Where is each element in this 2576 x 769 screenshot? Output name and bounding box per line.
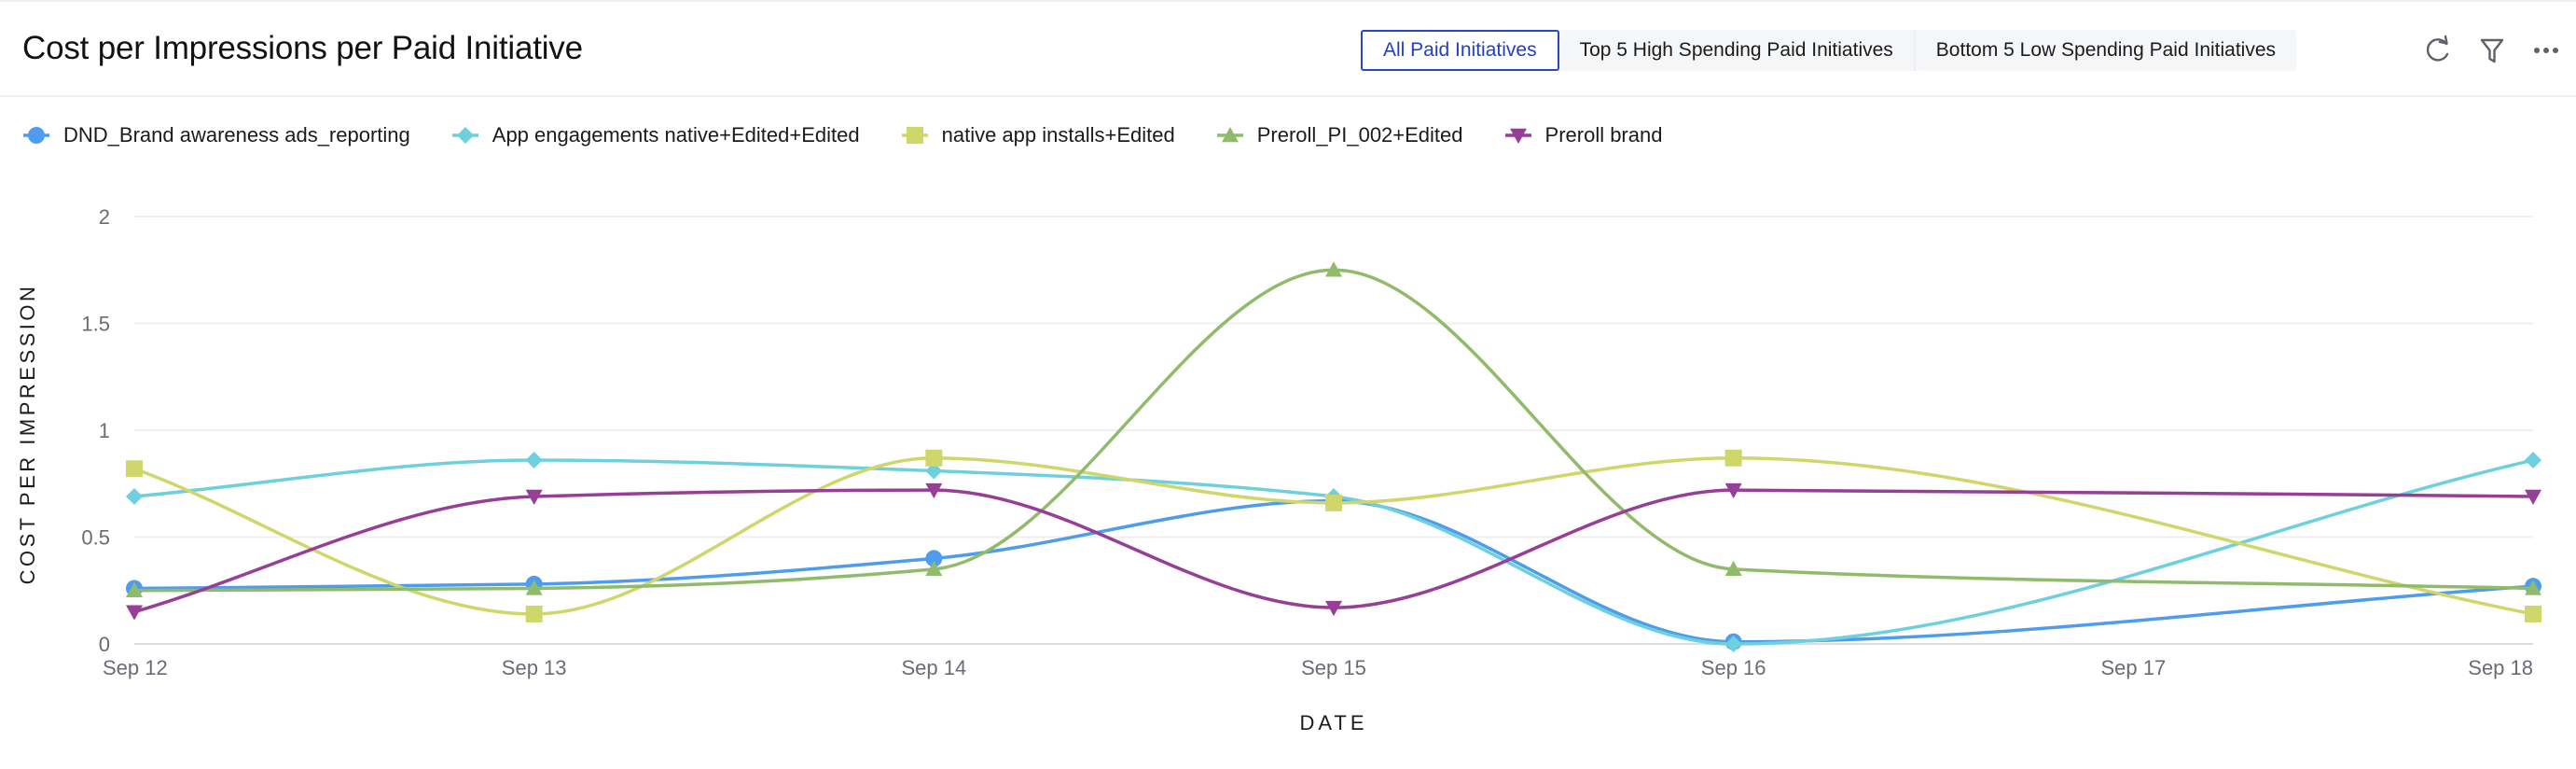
legend-label: native app installs+Edited <box>941 123 1175 147</box>
diamond-marker <box>126 487 143 505</box>
diamond-marker <box>525 452 543 469</box>
series-0 <box>126 492 2541 650</box>
filter-icon <box>2480 38 2504 63</box>
refresh-button[interactable] <box>2421 34 2455 67</box>
square-marker <box>925 449 943 467</box>
y-tick-label: 0 <box>99 633 110 656</box>
legend-label: App engagements native+Edited+Edited <box>492 123 860 147</box>
x-axis-title: DATE <box>1299 711 1368 734</box>
legend-square-icon <box>901 127 928 144</box>
square-marker <box>2525 605 2541 622</box>
refresh-icon <box>2426 35 2449 62</box>
y-axis-title: COST PER IMPRESSION <box>16 283 39 585</box>
diamond-marker <box>2525 452 2541 469</box>
x-tick-label: Sep 12 <box>103 656 168 679</box>
x-tick-label: Sep 17 <box>2100 656 2166 679</box>
legend-triangle-up-icon <box>1216 127 1243 143</box>
line-chart: 0 0.5 1 1.5 2 Sep 12 Sep 13 Sep 14 Sep 15 Sep 16 S… <box>81 205 2541 679</box>
legend-item[interactable]: Preroll_PI_002+Edited <box>1216 123 1463 147</box>
y-tick-label: 0.5 <box>81 526 110 550</box>
x-tick-label: Sep 18 <box>2468 656 2533 679</box>
legend-item[interactable]: App engagements native+Edited+Edited <box>451 123 860 147</box>
x-tick-label: Sep 13 <box>502 656 567 679</box>
legend-triangle-down-icon <box>1504 128 1531 144</box>
circle-marker <box>28 127 45 144</box>
tab-all-paid-initiatives[interactable]: All Paid Initiatives <box>1361 30 1559 71</box>
square-marker <box>126 460 143 478</box>
y-tick-label: 2 <box>99 205 110 229</box>
square-marker <box>906 127 923 144</box>
series-2 <box>126 449 2541 622</box>
chart-legend: DND_Brand awareness ads_reporting App eng… <box>22 119 1703 151</box>
square-marker <box>525 605 543 622</box>
legend-diamond-icon <box>451 127 478 144</box>
legend-circle-icon <box>23 127 49 144</box>
square-marker <box>1325 494 1342 511</box>
legend-label: DND_Brand awareness ads_reporting <box>63 123 410 147</box>
square-marker <box>1724 449 1742 467</box>
tab-top-5-high-spending[interactable]: Top 5 High Spending Paid Initiatives <box>1559 30 1914 71</box>
widget-title: Cost per Impressions per Paid Initiative <box>22 30 583 66</box>
diamond-marker <box>456 127 474 144</box>
y-tick-label: 1 <box>99 419 110 442</box>
legend-item[interactable]: Preroll brand <box>1504 123 1663 147</box>
x-tick-label: Sep 14 <box>901 656 966 679</box>
legend-label: Preroll brand <box>1544 123 1663 147</box>
filter-button[interactable] <box>2475 34 2509 67</box>
series-line <box>133 456 2534 616</box>
x-tick-label: Sep 15 <box>1301 656 1366 679</box>
x-tick-label: Sep 16 <box>1701 656 1766 679</box>
more-options-icon <box>2534 48 2558 53</box>
legend-item[interactable]: DND_Brand awareness ads_reporting <box>22 123 410 147</box>
y-tick-label: 1.5 <box>81 313 110 336</box>
more-options-button[interactable] <box>2529 34 2563 67</box>
initiative-filter-tabs: All Paid Initiatives Top 5 High Spending… <box>1361 30 2297 71</box>
legend-item[interactable]: native app installs+Edited <box>901 123 1175 147</box>
triangle-down-marker <box>126 605 143 621</box>
legend-label: Preroll_PI_002+Edited <box>1256 123 1463 147</box>
series-1 <box>126 452 2541 652</box>
tab-bottom-5-low-spending[interactable]: Bottom 5 Low Spending Paid Initiatives <box>1913 30 2296 71</box>
series-line <box>133 498 2534 644</box>
widget-header: Cost per Impressions per Paid Initiative… <box>0 2 2576 97</box>
